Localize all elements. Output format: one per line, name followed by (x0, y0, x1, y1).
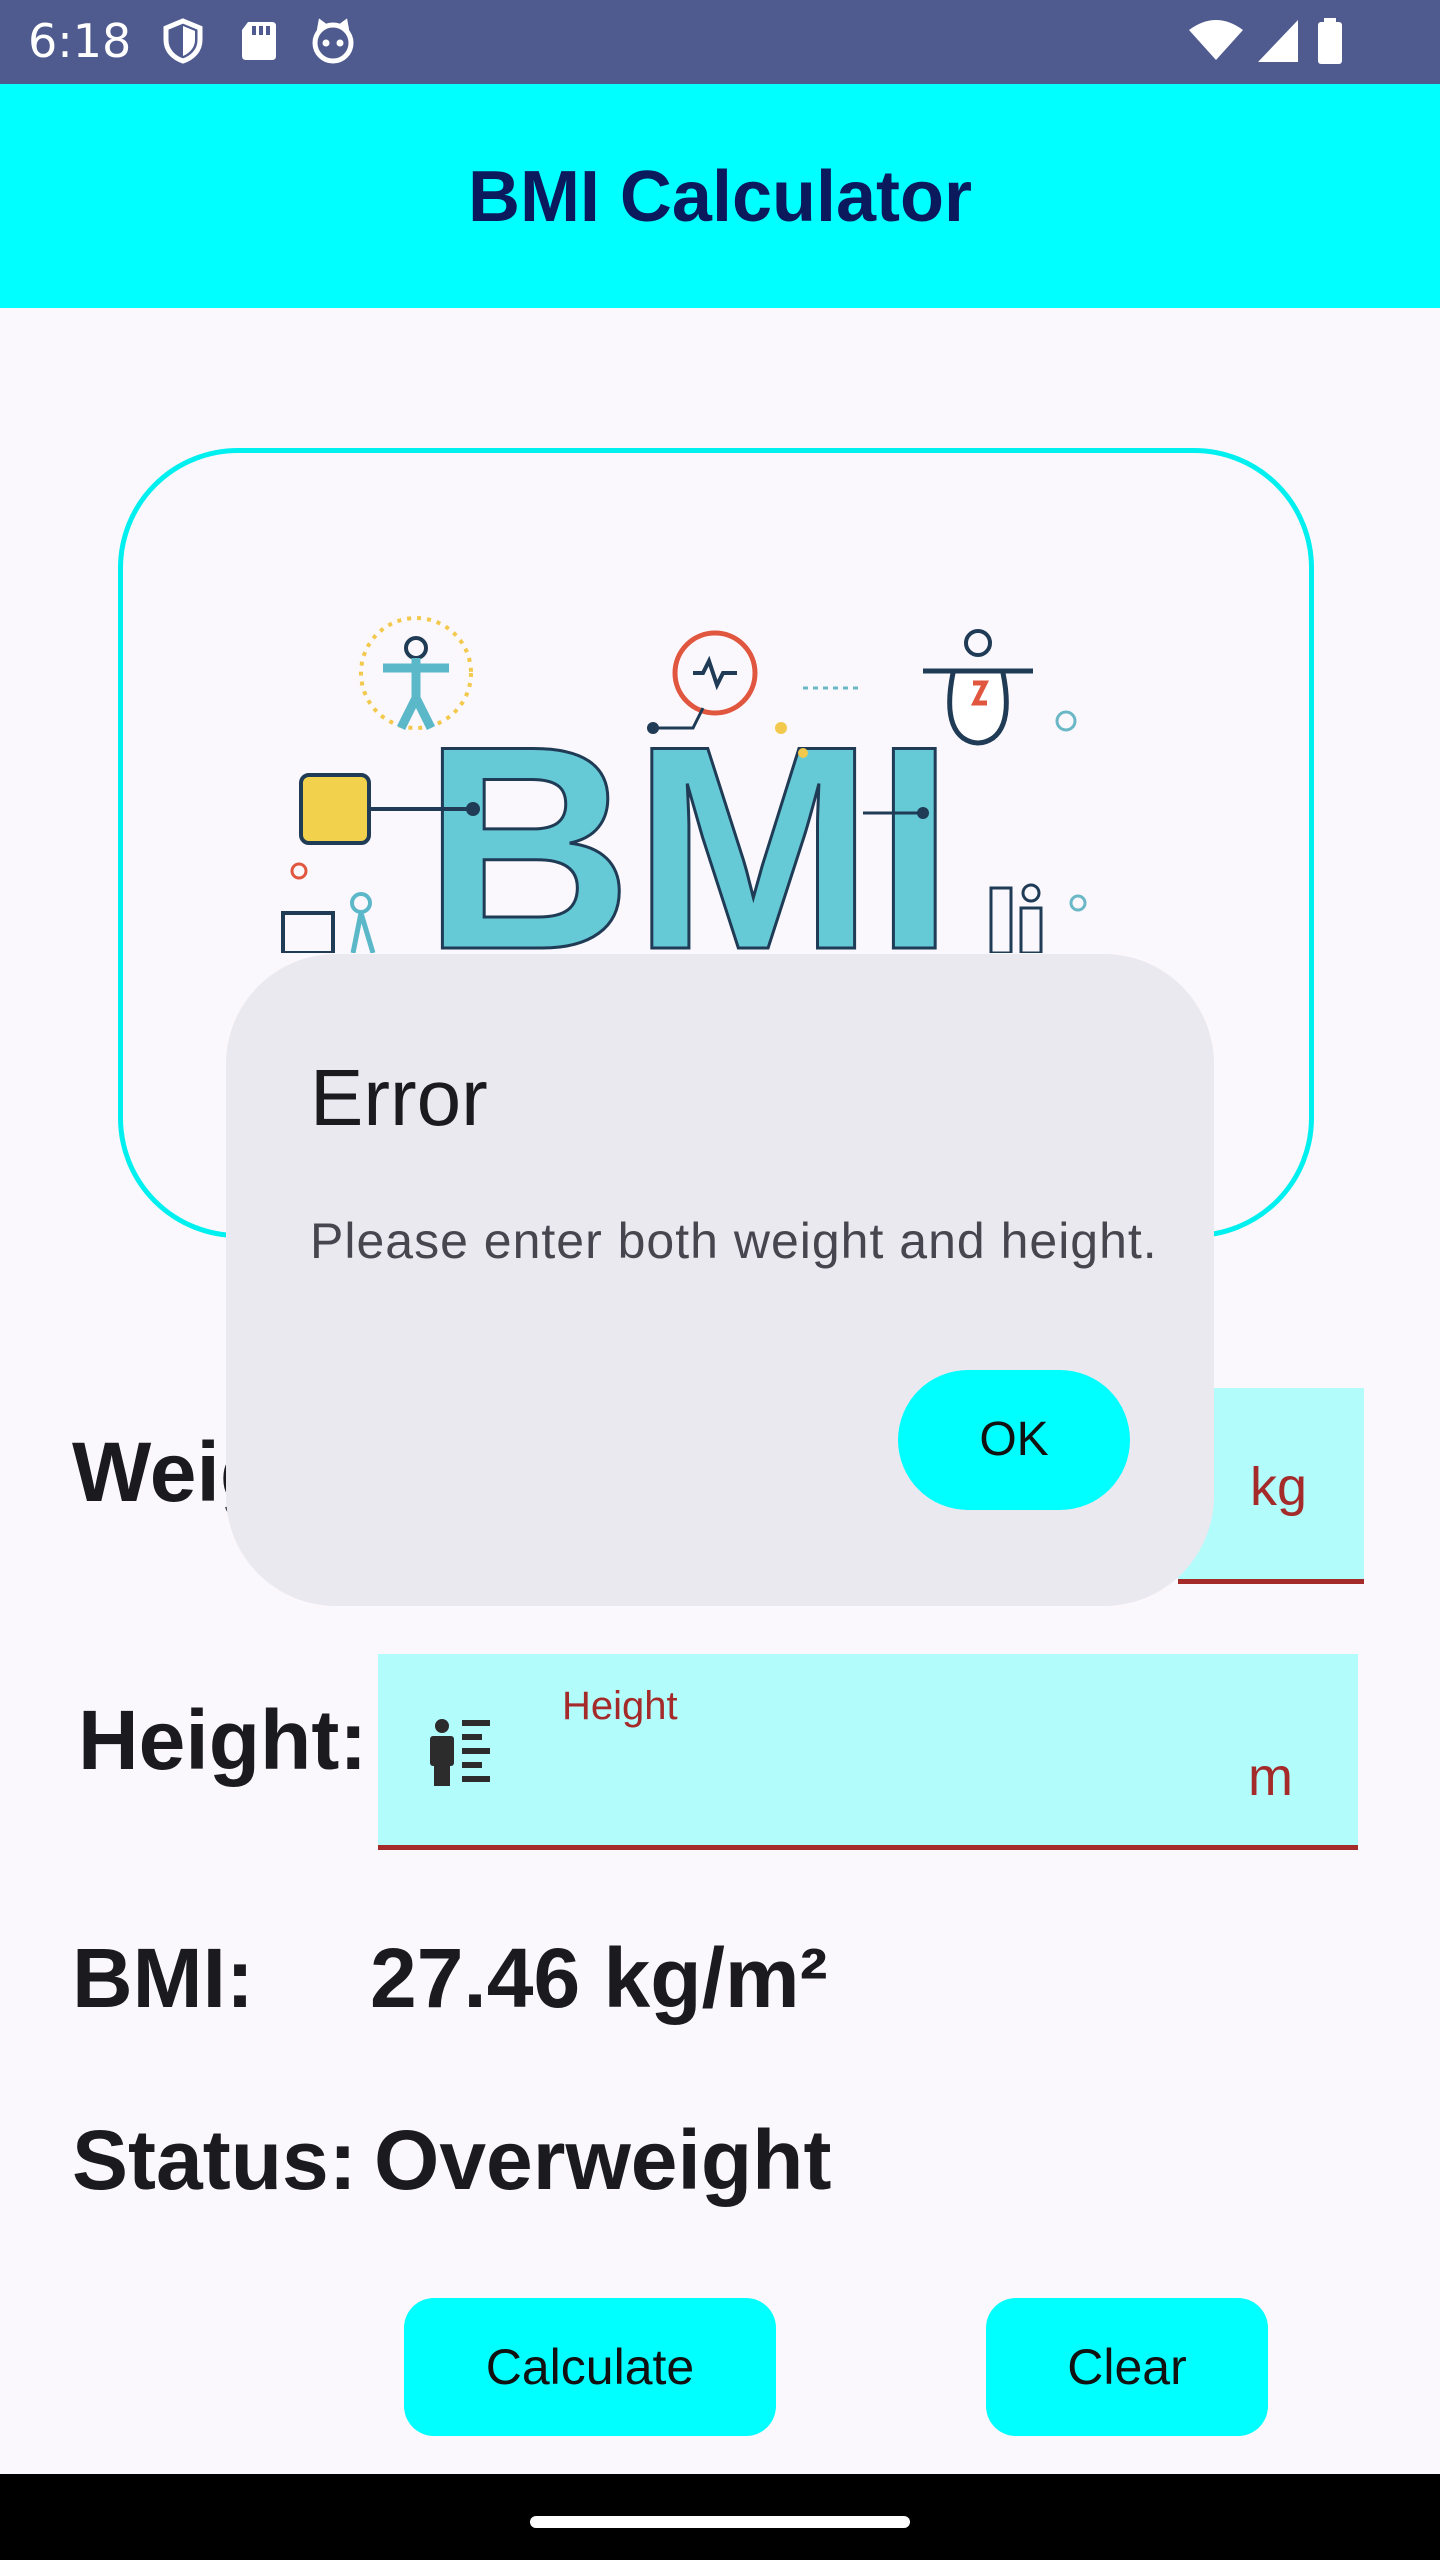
error-dialog: Error Please enter both weight and heigh… (226, 954, 1214, 1606)
dialog-message: Please enter both weight and height. (310, 1213, 1158, 1269)
ok-button[interactable]: OK (898, 1370, 1130, 1510)
dialog-title: Error (310, 1053, 488, 1142)
home-gesture-handle[interactable] (530, 2516, 910, 2528)
